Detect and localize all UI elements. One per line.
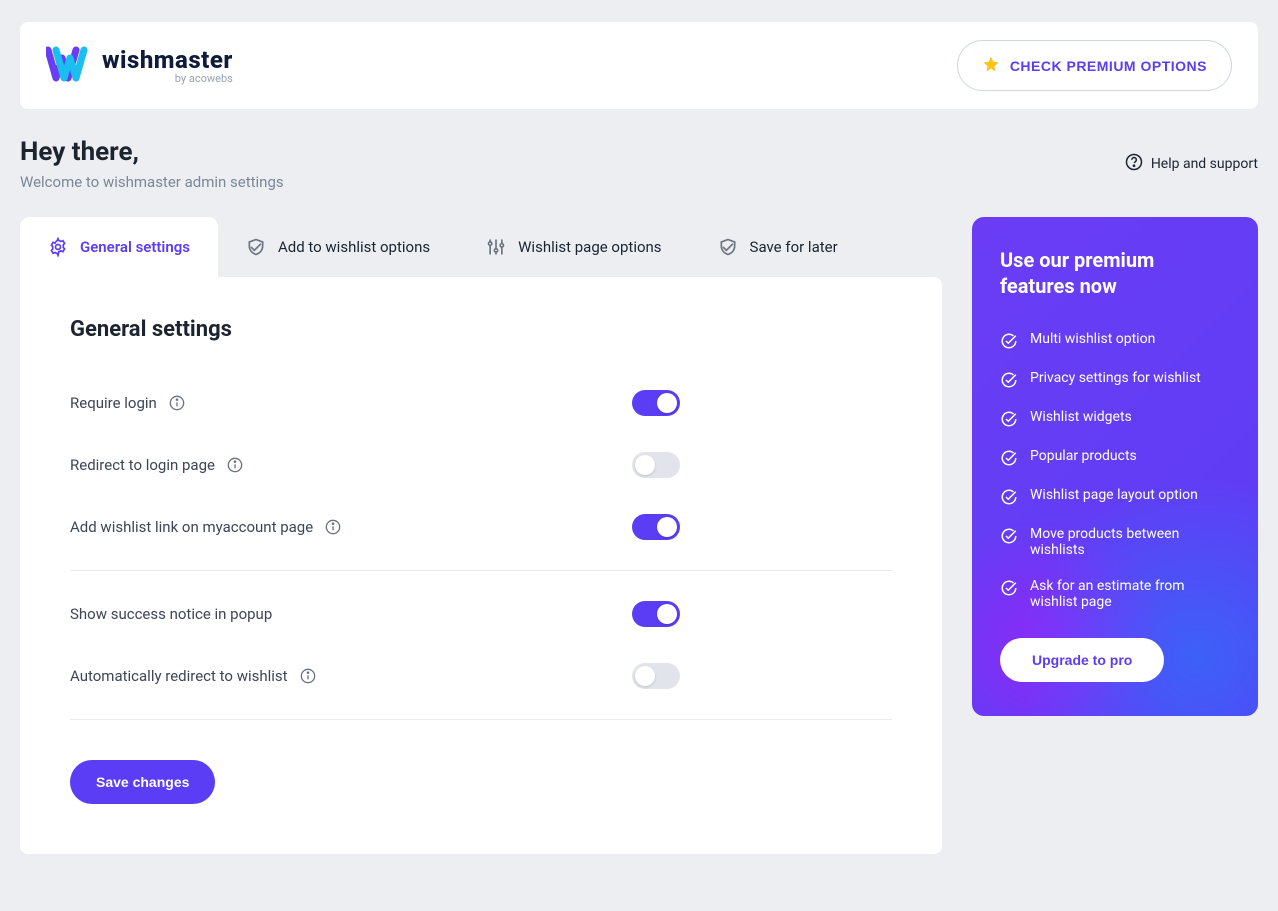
greeting-title: Hey there,	[20, 137, 284, 167]
premium-feature: Multi wishlist option	[1000, 321, 1230, 360]
toggle-auto-redirect[interactable]	[632, 663, 680, 689]
toggle-myaccount-link[interactable]	[632, 514, 680, 540]
feature-label: Popular products	[1030, 448, 1137, 464]
premium-feature: Ask for an estimate from wishlist page	[1000, 568, 1230, 620]
upgrade-button-label: Upgrade to pro	[1032, 652, 1132, 668]
tab-wishlist-page[interactable]: Wishlist page options	[458, 217, 689, 277]
feature-label: Privacy settings for wishlist	[1030, 370, 1201, 386]
tab-add-to-wishlist[interactable]: Add to wishlist options	[218, 217, 458, 277]
tab-label: General settings	[80, 238, 190, 256]
premium-feature: Privacy settings for wishlist	[1000, 360, 1230, 399]
gear-icon	[48, 237, 68, 257]
premium-feature: Popular products	[1000, 438, 1230, 477]
toggle-require-login[interactable]	[632, 390, 680, 416]
setting-success-popup: Show success notice in popup	[70, 583, 892, 645]
star-icon	[982, 55, 1000, 76]
divider	[70, 570, 892, 571]
bookmark-check-icon	[718, 237, 738, 257]
setting-label-text: Redirect to login page	[70, 456, 215, 474]
settings-panel: General settings Require login Redirect …	[20, 277, 942, 854]
help-support-link[interactable]: Help and support	[1125, 153, 1258, 175]
premium-feature: Move products between wishlists	[1000, 516, 1230, 568]
tab-label: Save for later	[750, 238, 838, 256]
setting-label-text: Add wishlist link on myaccount page	[70, 518, 313, 536]
toggle-redirect-login[interactable]	[632, 452, 680, 478]
sliders-icon	[486, 237, 506, 257]
setting-myaccount-link: Add wishlist link on myaccount page	[70, 496, 892, 558]
help-label: Help and support	[1151, 156, 1258, 172]
check-circle-icon	[1000, 527, 1018, 545]
feature-label: Wishlist page layout option	[1030, 487, 1198, 503]
check-circle-icon	[1000, 488, 1018, 506]
tab-label: Wishlist page options	[518, 238, 661, 256]
brand-logo-block: wishmaster by acowebs	[46, 46, 233, 86]
tab-general-settings[interactable]: General settings	[20, 217, 218, 277]
info-icon[interactable]	[300, 668, 316, 684]
divider	[70, 719, 892, 720]
setting-redirect-login: Redirect to login page	[70, 434, 892, 496]
check-circle-icon	[1000, 449, 1018, 467]
panel-heading: General settings	[70, 317, 892, 342]
greeting-block: Hey there, Welcome to wishmaster admin s…	[20, 137, 284, 191]
toggle-success-popup[interactable]	[632, 601, 680, 627]
feature-label: Multi wishlist option	[1030, 331, 1155, 347]
header-bar: wishmaster by acowebs CHECK PREMIUM OPTI…	[20, 22, 1258, 109]
feature-label: Ask for an estimate from wishlist page	[1030, 578, 1230, 610]
brand-subtitle: by acowebs	[102, 72, 233, 85]
shield-check-icon	[246, 237, 266, 257]
premium-feature: Wishlist widgets	[1000, 399, 1230, 438]
feature-label: Move products between wishlists	[1030, 526, 1230, 558]
premium-sidebar: Use our premium features now Multi wishl…	[972, 217, 1258, 716]
check-circle-icon	[1000, 579, 1018, 597]
help-icon	[1125, 153, 1143, 175]
brand-name: wishmaster	[102, 46, 233, 74]
check-premium-label: CHECK PREMIUM OPTIONS	[1010, 58, 1207, 74]
brand-logo-icon	[46, 46, 88, 86]
tabs-bar: General settings Add to wishlist options…	[20, 217, 942, 277]
upgrade-to-pro-button[interactable]: Upgrade to pro	[1000, 638, 1164, 682]
info-icon[interactable]	[227, 457, 243, 473]
info-icon[interactable]	[325, 519, 341, 535]
greeting-subtitle: Welcome to wishmaster admin settings	[20, 173, 284, 191]
tab-label: Add to wishlist options	[278, 238, 430, 256]
setting-require-login: Require login	[70, 372, 892, 434]
check-circle-icon	[1000, 410, 1018, 428]
save-button-label: Save changes	[96, 774, 189, 790]
info-icon[interactable]	[169, 395, 185, 411]
setting-label-text: Show success notice in popup	[70, 605, 272, 623]
setting-label-text: Require login	[70, 394, 157, 412]
check-premium-button[interactable]: CHECK PREMIUM OPTIONS	[957, 40, 1232, 91]
check-circle-icon	[1000, 371, 1018, 389]
premium-heading: Use our premium features now	[1000, 247, 1230, 299]
setting-label-text: Automatically redirect to wishlist	[70, 667, 288, 685]
check-circle-icon	[1000, 332, 1018, 350]
tab-save-later[interactable]: Save for later	[690, 217, 866, 277]
premium-feature: Wishlist page layout option	[1000, 477, 1230, 516]
setting-auto-redirect: Automatically redirect to wishlist	[70, 645, 892, 707]
feature-label: Wishlist widgets	[1030, 409, 1132, 425]
save-changes-button[interactable]: Save changes	[70, 760, 215, 804]
